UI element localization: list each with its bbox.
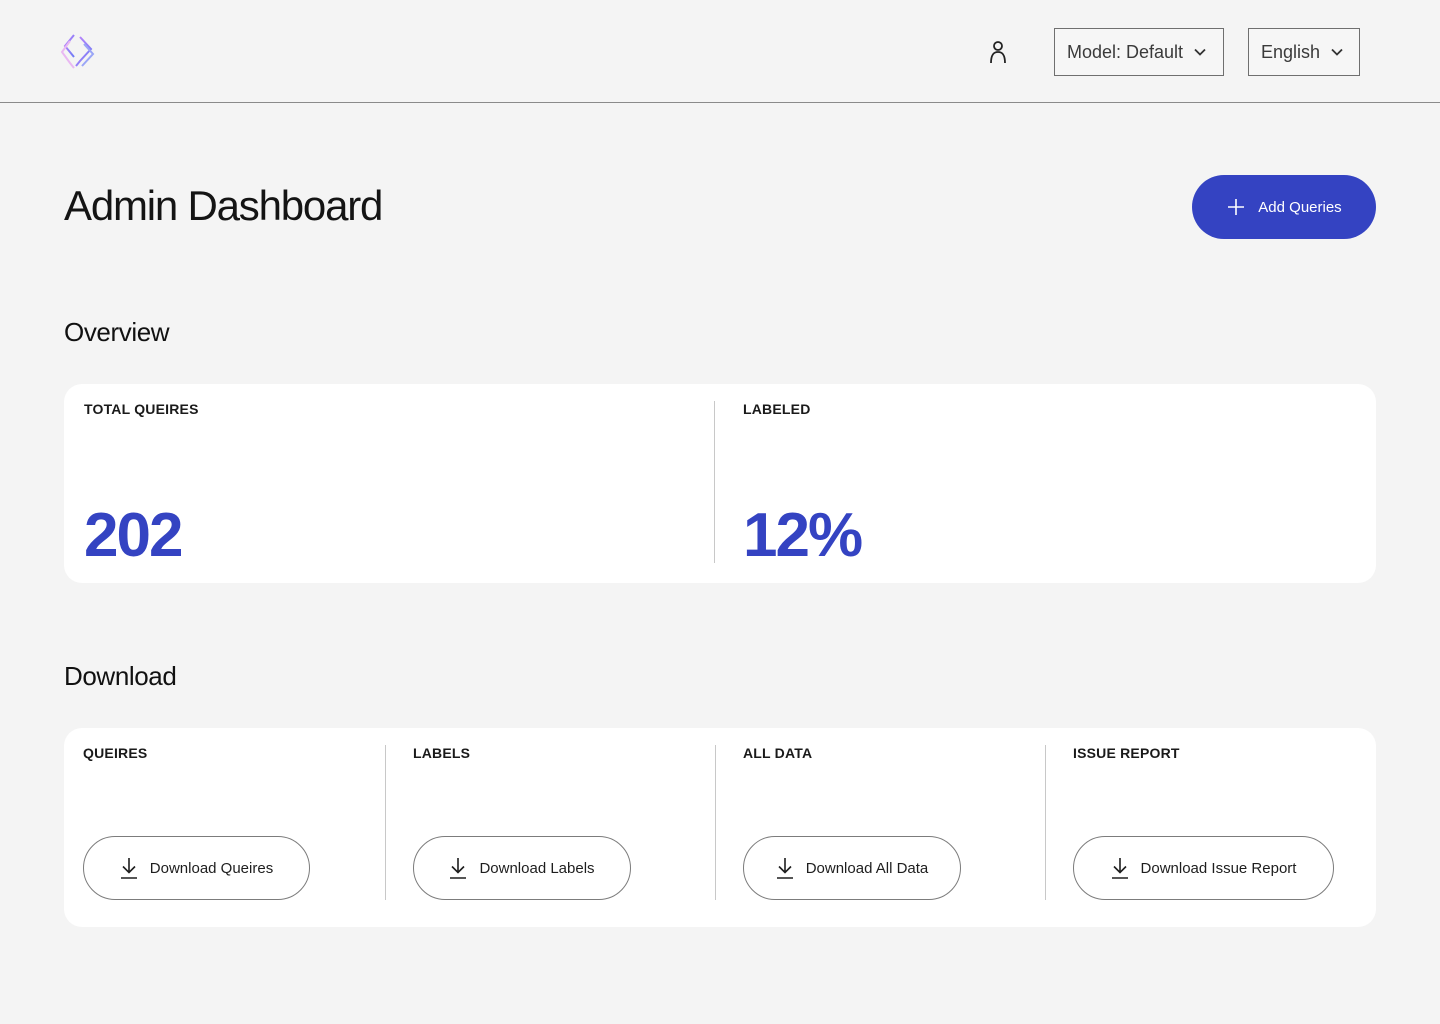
download-col-queries: QUEIRES Download Queires [64,728,385,927]
overview-card: TOTAL QUEIRES 202 LABELED 12% [64,384,1376,583]
add-queries-button[interactable]: Add Queries [1192,175,1376,239]
download-icon [776,858,793,879]
stat-total-queries: TOTAL QUEIRES 202 [64,384,714,583]
logo-chevrons-icon[interactable] [58,30,98,74]
download-button-label: Download Issue Report [1140,859,1297,877]
language-select-value: English [1261,41,1321,62]
download-card: QUEIRES Download Queires LABELS Download… [64,728,1376,927]
download-col-issue-report: ISSUE REPORT Download Issue Report [1046,728,1376,927]
download-icon [120,858,137,879]
download-label: ALL DATA [743,745,813,761]
download-queries-button[interactable]: Download Queires [83,836,310,900]
top-header: Model: Default English [0,0,1440,103]
download-button-label: Download Queires [149,859,274,877]
model-select[interactable]: Model: Default [1054,28,1224,76]
stat-label: LABELED [743,401,811,417]
page-title: Admin Dashboard [64,182,383,229]
model-select-value: Model: Default [1067,41,1184,62]
download-button-label: Download All Data [805,859,929,877]
download-title: Download [64,661,177,691]
download-label: ISSUE REPORT [1073,745,1180,761]
language-select[interactable]: English [1248,28,1360,76]
chevron-down-icon [1331,48,1343,56]
download-col-labels: LABELS Download Labels [386,728,715,927]
download-all-data-button[interactable]: Download All Data [743,836,961,900]
stat-labeled: LABELED 12% [715,384,1376,583]
download-icon [1111,858,1128,879]
stat-value: 12% [743,501,863,570]
download-label: QUEIRES [83,745,148,761]
overview-title: Overview [64,317,170,347]
user-icon[interactable] [984,38,1012,66]
download-issue-report-button[interactable]: Download Issue Report [1073,836,1334,900]
download-icon [450,858,467,879]
download-button-label: Download Labels [479,859,595,877]
download-label: LABELS [413,745,471,761]
stat-label: TOTAL QUEIRES [84,401,199,417]
download-col-all-data: ALL DATA Download All Data [716,728,1045,927]
stat-value: 202 [84,501,183,570]
chevron-down-icon [1194,48,1206,56]
download-labels-button[interactable]: Download Labels [413,836,631,900]
add-queries-label: Add Queries [1258,198,1342,216]
plus-icon [1228,199,1245,215]
